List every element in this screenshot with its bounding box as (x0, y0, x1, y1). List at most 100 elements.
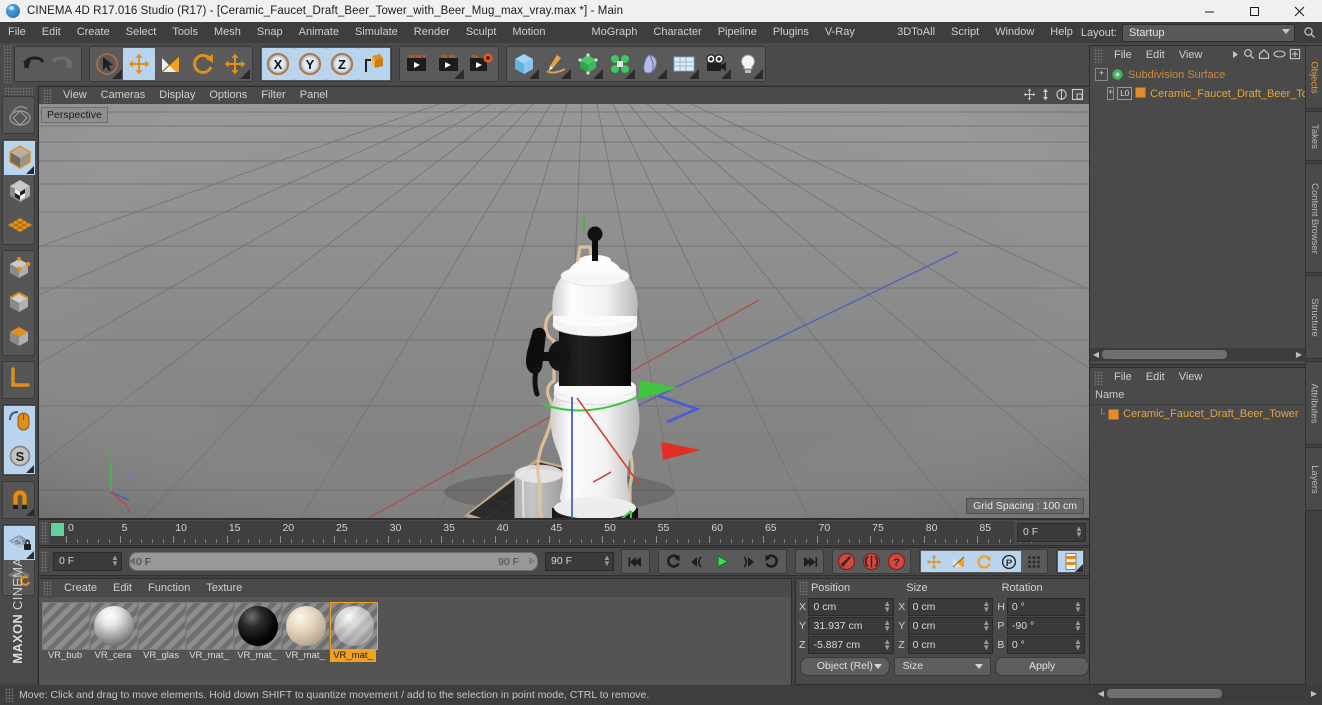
go-to-end-button[interactable] (797, 551, 822, 572)
coordinate-mode-dropdown[interactable]: Object (Rel) (800, 656, 890, 676)
timeline-start-field[interactable]: 0 F ▲ ▼ (53, 552, 122, 571)
coordinate-input[interactable]: 0 ° ▲ ▼ (1006, 635, 1085, 654)
vertical-tab-attributes[interactable]: Attributes (1305, 361, 1322, 445)
spinner-icon[interactable]: ▲ ▼ (111, 554, 119, 568)
scale-view-icon[interactable] (1039, 88, 1052, 104)
soft-selection-button[interactable]: S (4, 440, 35, 474)
vertical-tab-takes[interactable]: Takes (1305, 111, 1322, 161)
point-level-animation-button[interactable] (1021, 551, 1046, 572)
maximize-button[interactable] (1232, 0, 1277, 22)
attribute-menu-edit[interactable]: Edit (1139, 368, 1172, 387)
render-region-button[interactable] (433, 48, 465, 80)
spinner-icon[interactable]: ▲ ▼ (982, 599, 990, 614)
material-swatch[interactable]: VR_bub (42, 602, 90, 687)
menu-pipeline[interactable]: Pipeline (710, 22, 765, 43)
close-button[interactable] (1277, 0, 1322, 22)
transform-tool[interactable] (219, 48, 251, 80)
snap-magnet-button[interactable] (4, 483, 35, 517)
scroll-right-arrow-icon[interactable]: ▶ (1293, 350, 1305, 359)
go-to-previous-keyframe-button[interactable] (660, 551, 685, 572)
status-scrollbar[interactable]: ◀ ▶ (1095, 687, 1320, 700)
add-camera-button[interactable] (700, 48, 732, 80)
make-editable-button[interactable] (4, 98, 35, 132)
menu-snap[interactable]: Snap (249, 22, 291, 43)
spinner-icon[interactable]: ▲ ▼ (883, 618, 891, 633)
object-axis-mode-button[interactable] (4, 363, 35, 397)
viewport-3d-scene[interactable]: Y Z X (39, 103, 1089, 518)
menu-mesh[interactable]: Mesh (206, 22, 249, 43)
model-mode-button[interactable] (4, 141, 35, 175)
material-manager-grip[interactable] (43, 581, 52, 595)
timeline-ruler[interactable]: 051015202530354045505560657075808590 (50, 521, 1045, 544)
points-mode-button[interactable] (4, 252, 35, 286)
scroll-left-arrow-icon[interactable]: ◀ (1095, 689, 1107, 698)
add-deformer-button[interactable] (636, 48, 668, 80)
workplane-mode-button[interactable] (4, 209, 35, 243)
material-menu-texture[interactable]: Texture (198, 579, 250, 597)
layout-dropdown[interactable]: Startup (1122, 23, 1295, 42)
go-to-previous-frame-button[interactable] (685, 551, 710, 572)
menu-help[interactable]: Help (1042, 22, 1081, 43)
play-button[interactable] (710, 551, 735, 572)
menu-3dtoall[interactable]: 3DToAll (889, 22, 943, 43)
add-cube-button[interactable] (508, 48, 540, 80)
current-frame-field[interactable]: 0 F ▲ ▼ (1017, 523, 1086, 542)
material-swatch[interactable]: VR_glas (138, 602, 186, 687)
menu-edit[interactable]: Edit (34, 22, 69, 43)
coordinate-input[interactable]: 0 cm ▲ ▼ (808, 597, 895, 616)
current-time-marker[interactable] (51, 523, 64, 536)
object-tree-row[interactable]: + L0 Ceramic_Faucet_Draft_Beer_Towe (1090, 84, 1322, 103)
scroll-thumb[interactable] (1102, 350, 1227, 359)
move-view-icon[interactable] (1023, 88, 1036, 104)
add-mograph-button[interactable] (604, 48, 636, 80)
autokeying-button[interactable] (859, 551, 884, 572)
coordinate-input[interactable]: 0 ° ▲ ▼ (1006, 597, 1085, 616)
object-menu-view[interactable]: View (1172, 46, 1210, 65)
menu-simulate[interactable]: Simulate (347, 22, 406, 43)
attribute-row[interactable]: └ Ceramic_Faucet_Draft_Beer_Tower (1090, 405, 1305, 423)
material-swatch[interactable]: VR_mat_ (234, 602, 282, 687)
expand-toggle-icon[interactable]: + (1107, 87, 1115, 100)
spinner-icon[interactable]: ▲ ▼ (1075, 525, 1083, 539)
edges-mode-button[interactable] (4, 286, 35, 320)
parameter-key-button[interactable]: P (996, 551, 1021, 572)
material-menu-create[interactable]: Create (56, 579, 105, 597)
record-active-objects-button[interactable] (834, 551, 859, 572)
viewport-menu-cameras[interactable]: Cameras (94, 87, 153, 104)
material-swatch[interactable]: VR_mat_ (186, 602, 234, 687)
maximize-view-icon[interactable] (1071, 88, 1084, 104)
rotate-view-icon[interactable] (1055, 88, 1068, 104)
search-icon[interactable] (1243, 48, 1255, 63)
attribute-manager-grip[interactable] (1094, 370, 1103, 385)
menu-animate[interactable]: Animate (291, 22, 347, 43)
scale-tool[interactable] (155, 48, 187, 80)
go-to-start-button[interactable] (623, 551, 648, 572)
perspective-viewport[interactable]: Y Z X (38, 86, 1090, 519)
timeline-layer-button[interactable] (1058, 551, 1083, 572)
go-to-next-frame-button[interactable] (735, 551, 760, 572)
vertical-tab-content-browser[interactable]: Content Browser (1305, 163, 1322, 273)
left-toolbar-grip[interactable] (4, 87, 33, 95)
menu-render[interactable]: Render (406, 22, 458, 43)
coordinate-input[interactable]: -90 ° ▲ ▼ (1006, 616, 1085, 635)
material-swatch[interactable]: VR_mat_ (330, 602, 378, 687)
viewport-menu-display[interactable]: Display (152, 87, 202, 104)
object-menu-edit[interactable]: Edit (1139, 46, 1172, 65)
material-menu-function[interactable]: Function (140, 579, 198, 597)
enable-axis-modification-button[interactable] (4, 406, 35, 440)
coordinate-input[interactable]: -5.887 cm ▲ ▼ (808, 635, 895, 654)
preview-range-slider[interactable]: 0 F 90 F (129, 552, 538, 571)
spinner-icon[interactable]: ▲ ▼ (1074, 618, 1082, 633)
transport-grip[interactable] (41, 551, 48, 572)
new-layer-icon[interactable] (1289, 48, 1301, 63)
link-icon[interactable] (1273, 49, 1286, 62)
spinner-icon[interactable]: ▲ ▼ (1074, 637, 1082, 652)
material-menu-edit[interactable]: Edit (105, 579, 140, 597)
status-bar-grip[interactable] (5, 688, 14, 702)
menu-character[interactable]: Character (645, 22, 709, 43)
viewport-menu-view[interactable]: View (56, 87, 94, 104)
menu-plugins[interactable]: Plugins (765, 22, 817, 43)
material-swatch[interactable]: VR_cera (90, 602, 138, 687)
vertical-tab-layers[interactable]: Layers (1305, 447, 1322, 511)
spinner-icon[interactable]: ▲ ▼ (603, 554, 611, 568)
